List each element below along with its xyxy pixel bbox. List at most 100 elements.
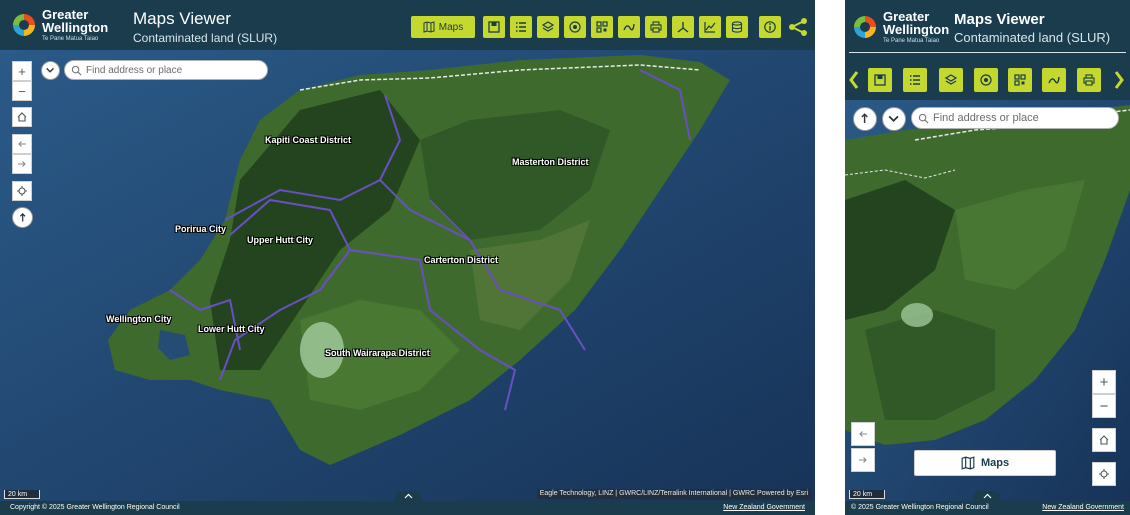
info-icon — [764, 21, 776, 33]
maps-button-label: Maps — [438, 21, 464, 33]
label-carterton: Carterton District — [424, 255, 499, 265]
map-canvas[interactable]: Find address or place + − Kapiti Coast D… — [0, 50, 815, 501]
layers-button[interactable] — [939, 68, 963, 92]
maps-panel-label: Maps — [980, 457, 1010, 469]
map-icon — [961, 456, 975, 470]
zoom-in-button[interactable]: + — [12, 61, 32, 81]
app-title: Maps Viewer Contaminated land (SLUR) — [133, 9, 277, 45]
chevron-down-icon — [46, 68, 55, 74]
zoom-in-button[interactable]: + — [1092, 370, 1116, 394]
locate-icon — [1099, 469, 1109, 479]
print-icon — [1083, 74, 1095, 86]
locate-button[interactable] — [12, 181, 32, 201]
search-icon — [918, 113, 929, 124]
copyright: © 2025 Greater Wellington Regional Counc… — [851, 504, 989, 511]
label-lower-hutt: Lower Hutt City — [198, 324, 265, 334]
print-button[interactable] — [645, 16, 667, 38]
save-icon — [874, 74, 886, 86]
label-upper-hutt: Upper Hutt City — [247, 235, 313, 245]
arrow-left-icon — [18, 141, 26, 147]
print-button[interactable] — [1077, 68, 1101, 92]
scale-bar: 20 km — [849, 490, 885, 499]
search-input[interactable]: Find address or place — [64, 60, 268, 80]
draw-button[interactable] — [618, 16, 640, 38]
previous-extent-button[interactable] — [12, 134, 32, 154]
next-extent-button[interactable] — [851, 448, 875, 472]
legend-button[interactable] — [510, 16, 532, 38]
logo-line2: Wellington — [883, 22, 950, 37]
zoom-out-button[interactable]: − — [1092, 394, 1116, 418]
measure-button[interactable] — [672, 16, 694, 38]
arrow-right-icon — [859, 457, 867, 463]
identify-button[interactable] — [974, 68, 998, 92]
save-button[interactable] — [483, 16, 505, 38]
zoom-out-button[interactable]: − — [12, 81, 32, 101]
expand-panel-tab[interactable] — [395, 491, 421, 501]
qr-code-button[interactable] — [1008, 68, 1032, 92]
locate-button[interactable] — [1092, 462, 1116, 486]
page-title: Maps Viewer — [954, 11, 1045, 28]
label-masterton: Masterton District — [512, 157, 589, 167]
label-wellington: Wellington City — [106, 314, 172, 324]
legend-button[interactable] — [903, 68, 927, 92]
search-options-button[interactable] — [41, 61, 60, 80]
info-button[interactable] — [759, 16, 781, 38]
draw-button[interactable] — [1042, 68, 1066, 92]
save-button[interactable] — [868, 68, 892, 92]
measure-icon — [677, 22, 689, 33]
home-button[interactable] — [1092, 428, 1116, 452]
gw-swirl-icon — [854, 16, 876, 38]
maps-panel-button[interactable]: Maps — [914, 450, 1056, 476]
chevron-right-icon[interactable] — [1112, 68, 1126, 92]
search-placeholder: Find address or place — [933, 112, 1039, 124]
expand-panel-tab[interactable] — [974, 491, 1000, 501]
layers-icon — [541, 21, 555, 32]
map-attribution[interactable]: Eagle Technology, LINZ | GWRC/LINZ/Terra… — [536, 489, 811, 499]
list-icon — [516, 22, 526, 32]
minus-icon: − — [18, 83, 26, 99]
layers-button[interactable] — [537, 16, 559, 38]
compass-button[interactable] — [853, 107, 877, 131]
chart-button[interactable] — [699, 16, 721, 38]
previous-extent-button[interactable] — [851, 422, 875, 446]
gw-swirl-icon — [13, 14, 35, 36]
home-button[interactable] — [12, 107, 32, 127]
identify-button[interactable] — [564, 16, 586, 38]
page-subtitle: Contaminated land (SLUR) — [954, 30, 1111, 45]
header: Greater Wellington Te Pane Matua Taiao M… — [0, 0, 815, 50]
satellite-imagery — [845, 100, 1130, 501]
gw-logo[interactable]: Greater Wellington Te Pane Matua Taiao — [10, 8, 108, 42]
search-options-button[interactable] — [882, 107, 906, 131]
plus-icon: + — [18, 63, 26, 79]
arrow-right-icon — [18, 161, 26, 167]
layers-icon — [944, 74, 958, 85]
share-icon[interactable] — [787, 16, 809, 38]
copyright: Copyright © 2025 Greater Wellington Regi… — [10, 504, 180, 511]
chevron-down-icon — [888, 116, 900, 123]
chevron-left-icon[interactable] — [847, 68, 861, 92]
footer-mobile: © 2025 Greater Wellington Regional Counc… — [845, 501, 1130, 515]
label-kapiti-coast: Kapiti Coast District — [265, 135, 352, 145]
chevron-up-icon — [404, 493, 412, 499]
next-extent-button[interactable] — [12, 154, 32, 174]
map-icon — [423, 21, 435, 33]
home-icon — [17, 112, 27, 122]
nz-government-link[interactable]: New Zealand Government — [1042, 501, 1124, 515]
desktop-viewer: Greater Wellington Te Pane Matua Taiao M… — [0, 0, 815, 515]
qr-code-icon — [1014, 74, 1026, 86]
gw-logo-mobile[interactable]: Greater Wellington Te Pane Matua Taiao — [851, 10, 949, 44]
page-subtitle: Contaminated land (SLUR) — [133, 31, 278, 45]
maps-button[interactable]: Maps — [411, 16, 475, 38]
qr-code-button[interactable] — [591, 16, 613, 38]
data-button[interactable] — [726, 16, 748, 38]
target-icon — [980, 74, 992, 86]
map-canvas-mobile[interactable]: Find address or place + − Maps 20 km — [845, 100, 1130, 501]
locate-icon — [17, 186, 27, 196]
page-title: Maps Viewer — [133, 9, 231, 28]
minus-icon: − — [1099, 397, 1109, 415]
logo-line3: Te Pane Matua Taiao — [42, 36, 99, 42]
plus-icon: + — [1099, 373, 1109, 391]
search-input[interactable]: Find address or place — [911, 107, 1119, 129]
nz-government-link[interactable]: New Zealand Government — [723, 501, 805, 515]
compass-button[interactable] — [12, 207, 33, 228]
